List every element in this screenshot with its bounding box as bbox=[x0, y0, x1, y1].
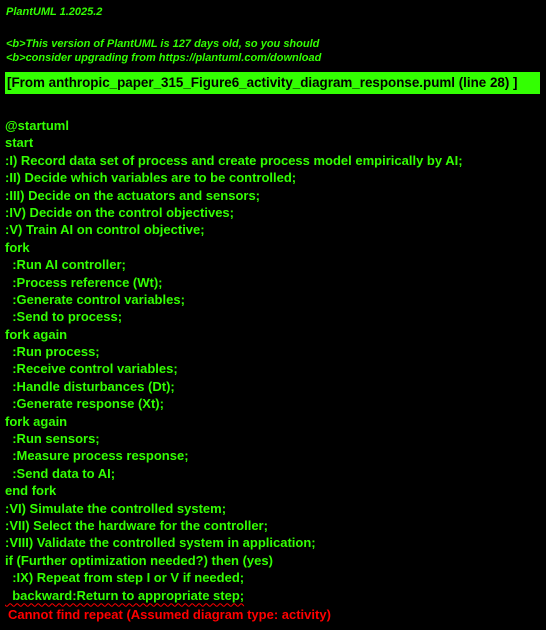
code-line: if (Further optimization needed?) then (… bbox=[5, 552, 273, 568]
code-line: @startuml bbox=[5, 118, 69, 133]
code-line: fork again bbox=[5, 326, 68, 342]
code-line: :III) Decide on the actuators and sensor… bbox=[5, 187, 260, 203]
code-line: :I) Record data set of process and creat… bbox=[5, 152, 463, 168]
code-line: :VIII) Validate the controlled system in… bbox=[5, 535, 316, 551]
code-line: :IV) Decide on the control objectives; bbox=[5, 204, 234, 220]
code-line: :Receive control variables; bbox=[5, 361, 178, 377]
code-line: :Run AI controller; bbox=[5, 257, 126, 273]
code-line: :Run process; bbox=[5, 344, 100, 360]
code-line: fork again bbox=[5, 413, 68, 429]
code-line: :Send to process; bbox=[5, 309, 123, 325]
code-line: :Run sensors; bbox=[5, 431, 100, 447]
error-code-line: backward:Return to appropriate step; bbox=[5, 587, 245, 603]
code-line: :VII) Select the hardware for the contro… bbox=[5, 517, 268, 533]
error-message: Cannot find repeat (Assumed diagram type… bbox=[8, 607, 331, 622]
code-line: fork bbox=[5, 239, 30, 255]
code-line: :IX) Repeat from step I or V if needed; bbox=[5, 570, 245, 586]
code-line: :V) Train AI on control objective; bbox=[5, 222, 205, 238]
code-line: :Measure process response; bbox=[5, 448, 189, 464]
code-line: :Generate response (Xt); bbox=[5, 396, 164, 412]
code-line: :Process reference (Wt); bbox=[5, 274, 163, 290]
code-line: backward:Return to appropriate step; bbox=[5, 587, 463, 604]
source-code: @startuml start:I) Record data set of pro… bbox=[5, 117, 463, 604]
code-line: start bbox=[5, 135, 34, 151]
upgrade-notice-line2: <b>consider upgrading from https://plant… bbox=[6, 52, 322, 64]
error-source-banner: [From anthropic_paper_315_Figure6_activi… bbox=[5, 72, 540, 94]
code-line: end fork bbox=[5, 483, 57, 499]
code-line: :Handle disturbances (Dt); bbox=[5, 378, 175, 394]
version-label: PlantUML 1.2025.2 bbox=[6, 6, 103, 18]
code-line: :II) Decide which variables are to be co… bbox=[5, 170, 297, 186]
upgrade-notice-line1: <b>This version of PlantUML is 127 days … bbox=[6, 38, 320, 50]
code-line: :Generate control variables; bbox=[5, 291, 185, 307]
code-line: :VI) Simulate the controlled system; bbox=[5, 500, 227, 516]
code-line: :Send data to AI; bbox=[5, 465, 116, 481]
